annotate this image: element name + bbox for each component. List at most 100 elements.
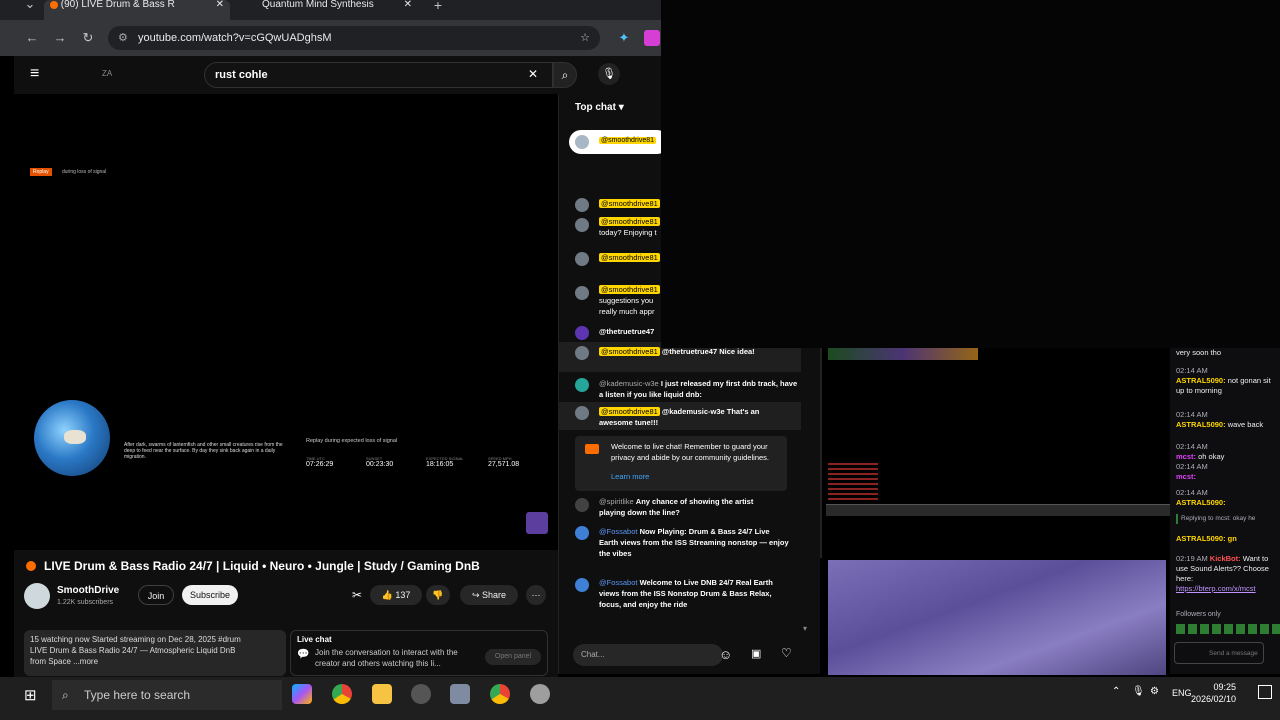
copilot-icon[interactable] <box>292 684 312 704</box>
app-icon[interactable] <box>450 684 470 704</box>
avatar <box>575 198 589 212</box>
extension-icon[interactable]: ✦ <box>616 30 632 46</box>
chat-user: @smoothdrive81 <box>599 253 660 262</box>
send-message-input[interactable]: Send a message <box>1174 642 1264 664</box>
search-input[interactable]: rust cohle <box>204 62 553 88</box>
chat-text: oh okay <box>1198 452 1225 461</box>
chrome-icon[interactable] <box>332 684 352 704</box>
tab-youtube[interactable]: (90) LIVE Drum & Bass R ✕ <box>44 0 230 20</box>
channel-name[interactable]: SmoothDrive <box>57 585 119 596</box>
youtube-logo[interactable]: ZA <box>102 69 112 78</box>
video-player[interactable]: Replay during loss of signal After dark,… <box>14 94 558 550</box>
chat-time: 02:14 AM <box>1176 366 1208 375</box>
dislike-icon: 👎 <box>432 590 444 600</box>
chat-user: @Fossabot <box>599 578 638 587</box>
site-info-icon[interactable]: ⚙ <box>118 26 128 50</box>
start-windows-icon[interactable]: ⊞ <box>24 686 37 704</box>
channel-avatar[interactable] <box>24 583 50 609</box>
chat-link[interactable]: https://bterp.com/x/mcst <box>1176 584 1280 594</box>
chat-mode-dropdown[interactable]: Top chat ▾ <box>575 102 624 113</box>
telemetry-panel: TIME UTC 07:26:29 SUNSET 00:23:30 EXPECT… <box>306 456 546 476</box>
stat-sunset: SUNSET 00:23:30 <box>366 456 394 468</box>
chat-input[interactable]: Chat... <box>573 644 723 666</box>
microphone-tray-icon[interactable]: 🎙 <box>1132 686 1145 697</box>
more-actions-icon[interactable]: ⋯ <box>526 585 546 605</box>
twitch-chat: very soon tho 02:14 AM ASTRAL5090: not g… <box>1170 348 1280 674</box>
youtube-header: ≡ ZA rust cohle ✕ ⌕ 🎙 <box>14 56 661 94</box>
emoji-icon[interactable]: ☺ <box>719 647 732 662</box>
like-count: 137 <box>395 590 411 600</box>
game-log <box>828 460 878 500</box>
close-tab-icon[interactable]: ✕ <box>216 0 224 10</box>
stream-game-view[interactable] <box>820 348 1170 558</box>
reload-icon[interactable]: ↻ <box>80 30 96 46</box>
tab-label: Quantum Mind Synthesis <box>262 0 374 10</box>
close-tab-icon[interactable]: ✕ <box>404 0 412 10</box>
clip-icon[interactable]: ✂ <box>352 588 362 602</box>
file-explorer-icon[interactable] <box>372 684 392 704</box>
profile-icon[interactable] <box>644 30 660 46</box>
address-toolbar: ← → ↻ ⚙ youtube.com/watch?v=cGQwUADghsM … <box>0 20 661 56</box>
avatar <box>575 526 589 540</box>
menu-icon[interactable]: ≡ <box>30 65 39 83</box>
forward-icon[interactable]: → <box>52 30 68 46</box>
notifications-icon[interactable] <box>1258 685 1272 699</box>
learn-more-link[interactable]: Learn more <box>611 471 779 482</box>
network-icon[interactable]: ⚙ <box>1150 686 1159 697</box>
youtube-icon <box>585 444 599 454</box>
search-icon: ⌕ <box>62 688 69 702</box>
chat-line: very soon tho <box>1176 348 1222 357</box>
language-indicator[interactable]: ENG <box>1172 688 1192 698</box>
chat-time: 02:14 AM <box>1176 442 1208 451</box>
microphone-icon[interactable]: 🎙 <box>598 63 620 85</box>
stat-signal: EXPECTED SIGNAL 18:16:05 <box>426 456 464 468</box>
chat-message: @smoothdrive81 suggestions you really muc… <box>599 284 661 317</box>
heart-icon[interactable]: ♡ <box>781 646 792 660</box>
app-icon-2[interactable] <box>530 684 550 704</box>
bookmark-star-icon[interactable]: ☆ <box>580 26 590 50</box>
super-chat-icon[interactable]: ▣ <box>751 647 761 660</box>
scroll-down-icon[interactable]: ▾ <box>803 624 807 633</box>
chat-mode-label: Top chat <box>575 102 616 113</box>
description-line: from Space ...more <box>30 657 99 666</box>
description-box[interactable]: 15 watching now Started streaming on Dec… <box>24 630 286 676</box>
pinned-message[interactable]: @smoothdrive81 <box>569 130 669 154</box>
tab-quantum[interactable]: Quantum Mind Synthesis ✕ <box>242 0 418 20</box>
tray-chevron-icon[interactable]: ⌃ <box>1112 686 1120 697</box>
back-icon[interactable]: ← <box>24 30 40 46</box>
chat-line: ASTRAL5090: gn <box>1176 534 1237 543</box>
chrome-profile-icon[interactable] <box>490 684 510 704</box>
avatar <box>575 406 589 420</box>
search-icon[interactable]: ⌕ <box>553 62 577 88</box>
clock[interactable]: 09:25 2026/02/10 <box>1191 681 1236 705</box>
chat-message: @spiritlike Any chance of showing the ar… <box>599 496 779 518</box>
clear-search-icon[interactable]: ✕ <box>528 67 538 81</box>
followers-only-notice: Followers only <box>1176 611 1221 618</box>
avatar <box>575 135 589 149</box>
chat-user: @kademusic-w3e <box>599 379 659 388</box>
like-button[interactable]: 👍 137 <box>370 585 422 605</box>
chat-user: KickBot: <box>1209 554 1241 563</box>
taskbar-search[interactable]: ⌕ Type here to search <box>52 680 282 710</box>
dislike-button[interactable]: 👎 <box>426 585 450 605</box>
reply-context: Replying to mcst: okay he <box>1176 514 1280 524</box>
address-bar[interactable]: ⚙ youtube.com/watch?v=cGQwUADghsM ☆ <box>108 26 600 50</box>
replay-caption: during loss of signal <box>62 169 107 175</box>
avatar <box>575 286 589 300</box>
welcome-text: Welcome to live chat! Remember to guard … <box>611 442 770 462</box>
chat-user: ASTRAL5090: <box>1176 498 1226 507</box>
chat-text: today? Enjoying t <box>599 228 657 237</box>
subscribe-button[interactable]: Subscribe <box>182 585 238 605</box>
obs-icon[interactable] <box>411 684 431 704</box>
open-panel-button[interactable]: Open panel <box>485 649 541 665</box>
channel-watermark-icon[interactable] <box>526 512 548 534</box>
tab-list-chevron-icon[interactable]: ⌄ <box>22 0 38 12</box>
join-button[interactable]: Join <box>138 585 174 605</box>
chat-user: @smoothdrive81 <box>599 407 660 416</box>
clock-date: 2026/02/10 <box>1190 694 1236 704</box>
live-chat-title: Live chat <box>297 635 332 644</box>
share-button[interactable]: ↪ Share <box>460 585 518 605</box>
avatar <box>575 498 589 512</box>
chat-user: ASTRAL5090: <box>1176 420 1226 429</box>
new-tab-icon[interactable]: + <box>430 0 446 13</box>
